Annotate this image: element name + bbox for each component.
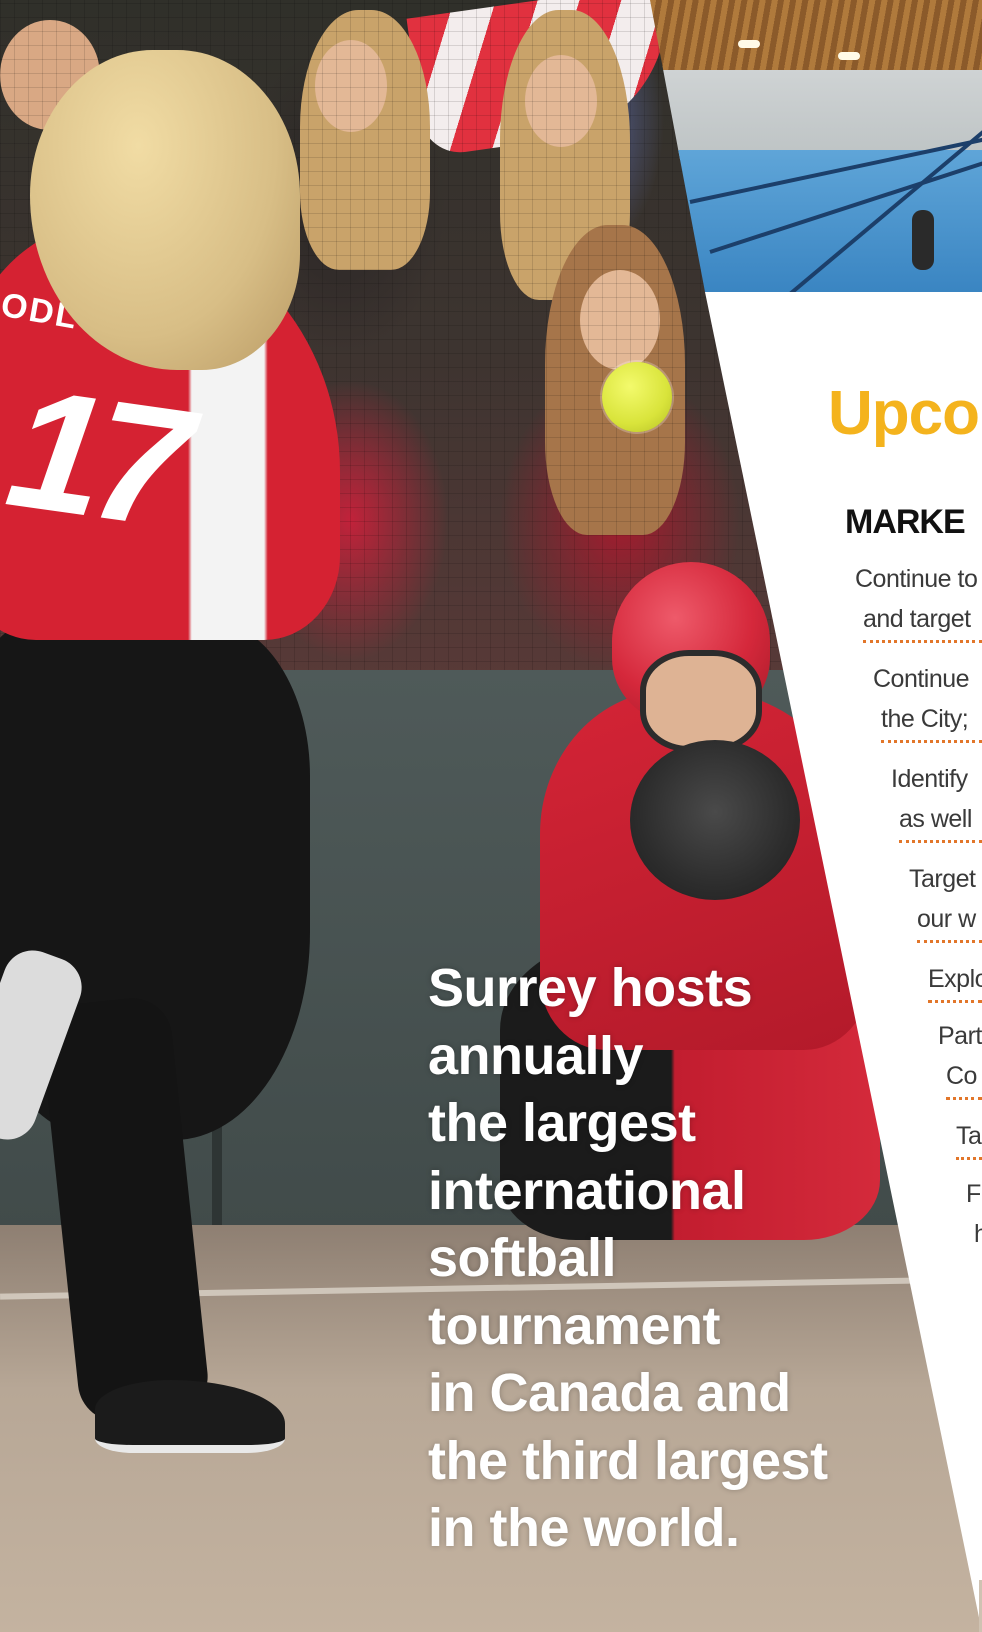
- callout-line: annually: [428, 1025, 644, 1086]
- callout-line: in Canada and: [428, 1363, 791, 1423]
- callout-line: Surrey hosts: [428, 958, 753, 1018]
- bullet-text: Co: [946, 1062, 977, 1090]
- bullet-text: Continue: [873, 665, 970, 693]
- bullet-text: h: [974, 1220, 982, 1248]
- dotted-rule: [928, 1000, 982, 1003]
- dotted-rule: [946, 1097, 982, 1100]
- callout-line: in the world.: [428, 1498, 740, 1558]
- bullet-text: F: [966, 1180, 981, 1208]
- bullet-text: Ta: [956, 1122, 982, 1150]
- dotted-rule: [956, 1157, 982, 1160]
- dotted-rule: [881, 740, 982, 743]
- callout-line: the third largest: [428, 1430, 828, 1491]
- bullet-text: Explo: [928, 965, 982, 993]
- dotted-rule: [899, 840, 982, 843]
- callout-line: the largest: [428, 1093, 696, 1153]
- dotted-rule: [863, 640, 982, 643]
- callout-line: international: [428, 1160, 746, 1221]
- bullet-text: as well: [899, 805, 972, 833]
- bullet-text: our w: [917, 905, 976, 933]
- bullet-text: Continue to: [855, 565, 978, 593]
- dotted-rule: [917, 940, 982, 943]
- bullet-text: Identify: [891, 765, 968, 793]
- callout-line: tournament: [428, 1295, 721, 1356]
- bullet-text: Part: [938, 1022, 982, 1050]
- brochure-page: ODL DEN 17 Upco MARKE Continue to and ta…: [0, 0, 982, 1632]
- callout-headline: Surrey hosts annually the largest intern…: [428, 955, 898, 1563]
- callout-line: softball: [428, 1228, 617, 1288]
- bullet-text: the City;: [881, 705, 969, 733]
- bullet-text: and target: [863, 605, 971, 633]
- bullet-text: Target: [909, 865, 976, 893]
